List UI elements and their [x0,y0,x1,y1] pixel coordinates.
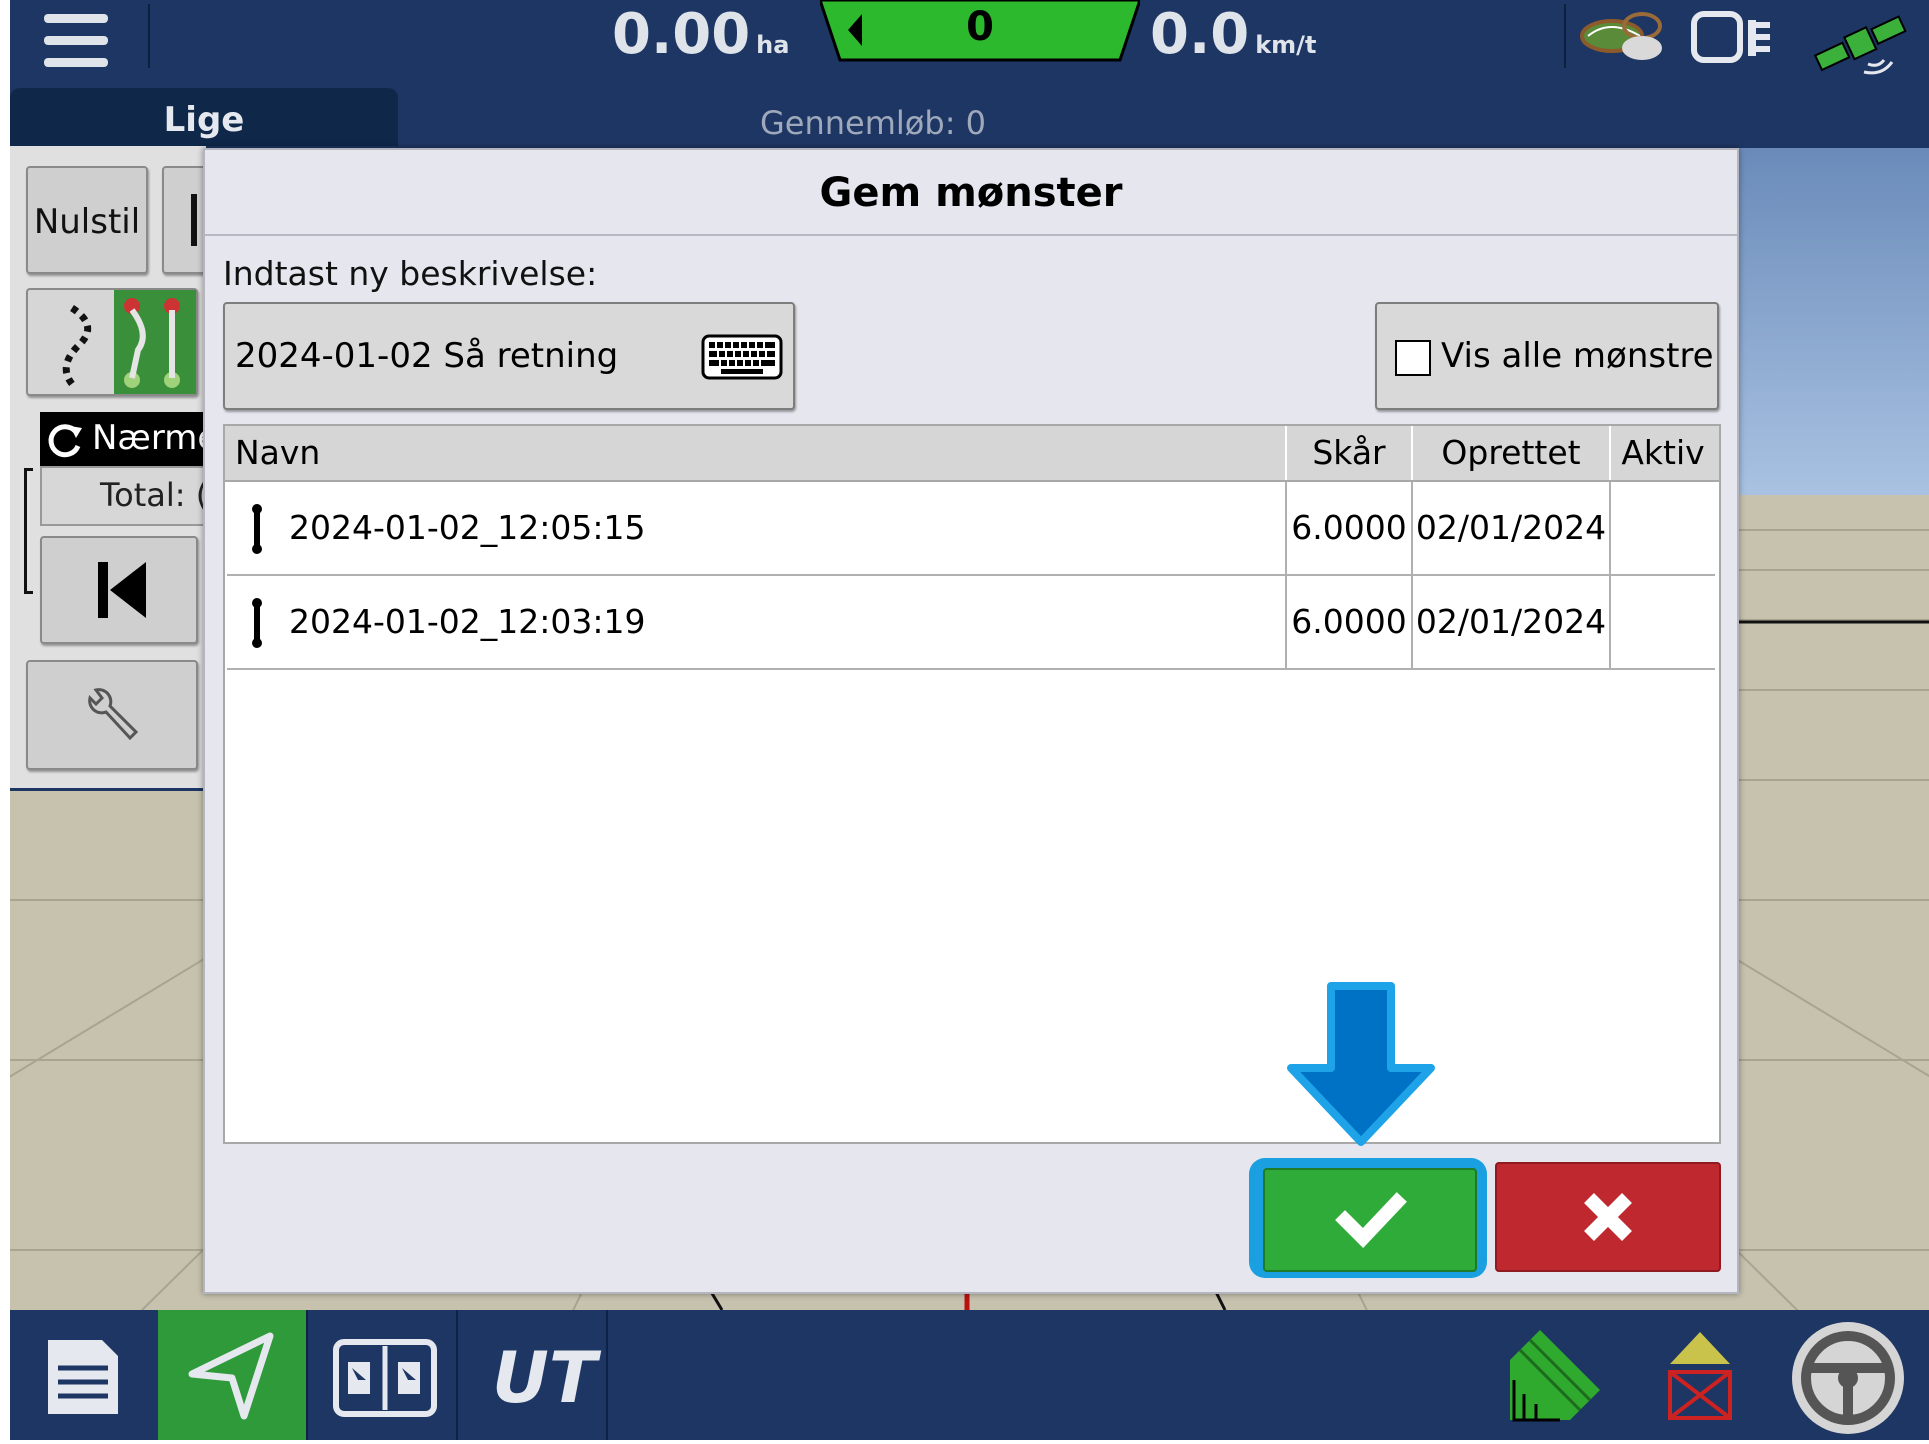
column-header-name[interactable]: Navn [225,426,1287,480]
bracket-decoration [24,468,33,594]
cell-name: 2024-01-02_12:03:19 [227,576,1287,668]
speed-value: 0.0 [1150,2,1250,67]
swath-number: 0 [966,4,994,50]
menu-icon[interactable] [44,14,108,70]
nav-guidance[interactable] [158,1310,308,1440]
reset-button-label: Nulstil [33,202,141,242]
column-header-created[interactable]: Oprettet [1413,426,1611,480]
column-header-active[interactable]: Aktiv [1611,426,1715,480]
description-input[interactable]: 2024-01-02 Så retning [223,302,795,410]
swath-counter[interactable]: 0 [818,0,1142,62]
svg-text:UT: UT [492,1337,602,1419]
skip-back-icon [98,562,146,618]
total-label: Total: ( [100,476,209,514]
show-all-checkbox[interactable] [1395,340,1431,376]
total-readout: Total: ( [40,466,214,526]
tab-label: Lige [163,100,245,140]
column-header-swath[interactable]: Skår [1287,426,1413,480]
split-view-icon [333,1339,437,1417]
cell-swath: 6.0000 [1287,576,1413,668]
cell-active [1611,482,1715,574]
cell-active [1611,576,1715,668]
cell-name: 2024-01-02_12:05:15 [227,482,1287,574]
divider [148,4,150,68]
description-value: 2024-01-02 Så retning [235,336,619,376]
nav-documents[interactable] [10,1310,160,1440]
area-value: 0.00 [612,2,751,67]
close-icon [1584,1193,1632,1241]
curve-guidance-icon [62,290,196,394]
area-unit: ha [756,31,790,59]
device-connection-icon[interactable] [1690,6,1780,68]
dialog-title: Gem mønster [819,170,1123,216]
steering-wheel-icon[interactable] [1786,1316,1910,1440]
down-arrow-indicator-icon [1287,982,1435,1146]
speed-readout: 0.0 km/t [1150,2,1316,67]
description-label: Indtast ny beskrivelse: [223,254,598,293]
skip-to-start-button[interactable] [40,536,198,644]
show-all-label: Vis alle mønstre [1441,336,1714,376]
reset-button[interactable]: Nulstil [26,166,148,274]
cancel-button[interactable] [1495,1162,1721,1272]
curve-mode-toggle[interactable] [26,288,198,396]
refresh-icon [48,424,82,458]
bottom-nav-bar: UT [10,1310,1929,1440]
wrench-icon [88,688,139,741]
top-status-bar: 0.00 ha 0 0.0 km/t [10,0,1929,88]
cell-swath: 6.0000 [1287,482,1413,574]
nav-split-screen[interactable] [308,1310,458,1440]
table-row[interactable]: 2024-01-02_12:05:15 6.0000 02/01/2024 [227,482,1715,576]
table-row[interactable]: 2024-01-02_12:03:19 6.0000 02/01/2024 [227,576,1715,670]
coverage-map-icon[interactable] [1500,1320,1610,1430]
table-header: Navn Skår Oprettet Aktiv [225,426,1719,482]
field-weather-icon[interactable] [1580,6,1670,68]
divider [1564,4,1566,68]
cell-created: 02/01/2024 [1413,576,1611,668]
guidance-side-panel: Nulstil Nærme Total: ( [10,146,226,791]
nav-universal-terminal[interactable]: UT [458,1310,608,1440]
dialog-header: Gem mønster [205,150,1737,236]
area-readout: 0.00 ha [612,2,789,67]
save-pattern-dialog: Gem mønster Indtast ny beskrivelse: 2024… [203,148,1739,1294]
nearest-label: Nærme [92,418,219,458]
pass-count: Gennemløb: 0 [760,104,986,142]
gps-satellite-icon[interactable] [1808,6,1918,78]
tab-straight-pattern[interactable]: Lige [10,88,398,146]
nearest-pattern-bar[interactable]: Nærme [40,412,218,466]
ut-icon: UT [492,1337,602,1419]
patterns-table: Navn Skår Oprettet Aktiv 2024-01-02_12:0… [223,424,1721,1144]
keyboard-icon[interactable] [701,334,783,380]
document-icon [48,1340,118,1414]
speed-unit: km/t [1255,31,1317,59]
show-all-patterns-toggle[interactable]: Vis alle mønstre [1375,302,1719,410]
confirm-button[interactable] [1263,1168,1477,1272]
navigation-arrow-icon [188,1332,274,1420]
settings-wrench-button[interactable] [26,660,198,770]
cell-created: 02/01/2024 [1413,482,1611,574]
implement-warning-icon[interactable] [1660,1328,1740,1424]
checkmark-icon [1335,1192,1407,1249]
